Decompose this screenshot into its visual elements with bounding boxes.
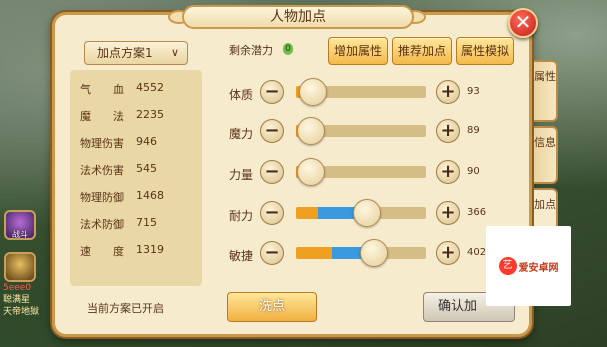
- watermark: 艺 爱安卓网: [486, 226, 571, 306]
- slider-knob[interactable]: [299, 78, 327, 106]
- stat-name: 速 度: [80, 245, 124, 258]
- attr-value: 89: [467, 125, 480, 136]
- stat-row: 物理伤害 946: [70, 135, 202, 162]
- slider-knob[interactable]: [360, 239, 388, 267]
- attr-label-endurance: 耐力: [229, 209, 254, 223]
- stat-value: 946: [136, 135, 157, 148]
- stat-value: 1319: [136, 243, 164, 256]
- stat-row: 法术伤害 545: [70, 162, 202, 189]
- stat-row: 魔 法 2235: [70, 108, 202, 135]
- slider-knob[interactable]: [353, 199, 381, 227]
- stat-value: 4552: [136, 81, 164, 94]
- stat-name: 魔 法: [80, 110, 124, 123]
- battle-icon-label: 战斗: [12, 230, 28, 239]
- slider-knob[interactable]: [297, 158, 325, 186]
- watermark-logo-icon: 艺: [498, 257, 517, 275]
- panel-title: 人物加点: [182, 5, 414, 29]
- plus-button[interactable]: +: [436, 241, 460, 265]
- plus-button[interactable]: +: [436, 119, 460, 143]
- watermark-text: 爱安卓网: [518, 262, 559, 274]
- wash-points-button[interactable]: 洗点: [227, 292, 317, 322]
- battle-icon[interactable]: 战斗: [4, 210, 36, 240]
- stat-name: 法术防御: [80, 218, 124, 231]
- attr-value: 90: [467, 166, 480, 177]
- attr-value: 366: [467, 207, 487, 218]
- attr-value: 93: [467, 86, 480, 97]
- slider-fill: [296, 247, 332, 259]
- stat-row: 法术防御 715: [70, 216, 202, 243]
- attr-label-magic: 魔力: [229, 127, 254, 141]
- simulate-button[interactable]: 属性模拟: [456, 37, 514, 65]
- attr-label-agility: 敏捷: [229, 249, 254, 263]
- remaining-points-value: 0: [283, 43, 293, 55]
- minus-button[interactable]: −: [260, 160, 284, 184]
- scheme-status: 当前方案已开启: [87, 302, 164, 315]
- bag-icon[interactable]: [4, 252, 36, 282]
- chevron-down-icon: ∨: [170, 46, 179, 59]
- slider-fill: [296, 207, 318, 219]
- stat-name: 法术伤害: [80, 164, 124, 177]
- stats-list: 气 血 4552 魔 法 2235 物理伤害 946 法术伤害 545 物理防御 1468…: [70, 70, 202, 286]
- close-icon: ✕: [514, 10, 532, 34]
- attr-label-constitution: 体质: [229, 88, 254, 102]
- stat-row: 物理防御 1468: [70, 189, 202, 216]
- stat-row: 速 度 1319: [70, 243, 202, 270]
- minus-button[interactable]: −: [260, 119, 284, 143]
- plus-button[interactable]: +: [436, 80, 460, 104]
- slider-knob[interactable]: [297, 117, 325, 145]
- stat-value: 1468: [136, 189, 164, 202]
- stat-name: 物理伤害: [80, 137, 124, 150]
- stat-name: 物理防御: [80, 191, 124, 204]
- tab-attributes[interactable]: 属性: [534, 60, 558, 122]
- minus-button[interactable]: −: [260, 80, 284, 104]
- remaining-points-label: 剩余潜力: [229, 44, 273, 57]
- tab-info[interactable]: 信息: [534, 126, 558, 184]
- minus-button[interactable]: −: [260, 241, 284, 265]
- minus-button[interactable]: −: [260, 201, 284, 225]
- attr-value: 402: [467, 247, 487, 258]
- scheme-dropdown[interactable]: 加点方案1 ∨: [84, 41, 188, 65]
- stat-name: 气 血: [80, 83, 124, 96]
- add-attribute-button[interactable]: 增加属性: [328, 37, 388, 65]
- recommend-button[interactable]: 推荐加点: [392, 37, 452, 65]
- scheme-label: 加点方案1: [97, 46, 153, 60]
- stat-value: 2235: [136, 108, 164, 121]
- plus-button[interactable]: +: [436, 201, 460, 225]
- stat-value: 545: [136, 162, 157, 175]
- attr-label-strength: 力量: [229, 168, 254, 182]
- plus-button[interactable]: +: [436, 160, 460, 184]
- stat-value: 715: [136, 216, 157, 229]
- chat-strip: 5eee0 聪满星 天帝地獄: [0, 282, 60, 342]
- stat-row: 气 血 4552: [70, 81, 202, 108]
- close-button[interactable]: ✕: [508, 8, 538, 38]
